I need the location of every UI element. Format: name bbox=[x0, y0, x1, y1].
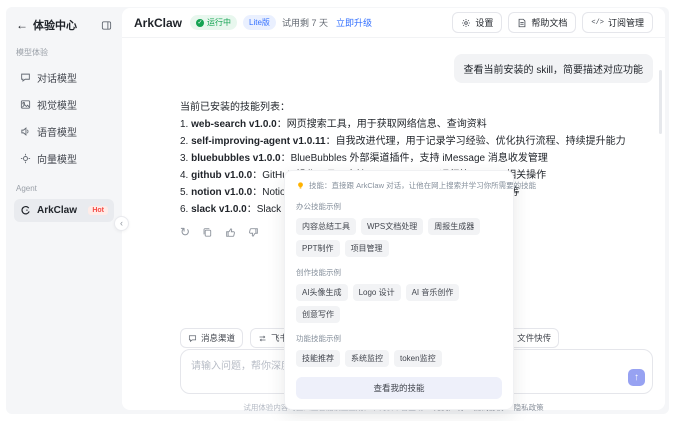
sidebar-item-arkclaw[interactable]: ArkClaw Hot bbox=[14, 199, 114, 222]
sidebar-item-vector-models[interactable]: 向量模型 bbox=[14, 145, 114, 172]
view-my-skills-button[interactable]: 查看我的技能 bbox=[296, 377, 502, 399]
thumbs-up-icon[interactable] bbox=[225, 227, 236, 238]
sidebar-item-label: ArkClaw bbox=[37, 205, 78, 216]
skill-item: 3. bluebubbles v1.0.0：BlueBubbles 外部渠道插件… bbox=[180, 153, 548, 164]
skill-chip[interactable]: token监控 bbox=[394, 350, 442, 367]
popup-section-title: 创作技能示例 bbox=[296, 268, 341, 277]
hot-badge: Hot bbox=[88, 206, 108, 215]
skills-suggestion-popup: 技能：直接跟 ArkClaw 对话，让他在网上搜索并学习你所需要的技能 办公技能… bbox=[284, 170, 536, 410]
trial-remaining-text: 试用剩 7 天 bbox=[281, 18, 328, 28]
chat-header: ArkClaw ✓ 运行中 Lite版 试用剩 7 天 立即升级 设置 帮助文档… bbox=[122, 8, 665, 38]
code-icon: </> bbox=[591, 18, 604, 27]
arkclaw-logo-icon bbox=[20, 205, 31, 216]
skills-list-title: 当前已安装的技能列表： bbox=[180, 102, 290, 113]
copy-icon[interactable] bbox=[202, 227, 213, 238]
sidebar-item-label: 语音模型 bbox=[37, 128, 77, 139]
sidebar-item-label: 视觉模型 bbox=[37, 101, 77, 112]
chat-panel: ‹ ArkClaw ✓ 运行中 Lite版 试用剩 7 天 立即升级 设置 帮助… bbox=[114, 8, 665, 412]
chat-bubble-icon bbox=[20, 72, 31, 83]
agent-title: ArkClaw bbox=[134, 15, 183, 30]
skill-chip[interactable]: 内容总结工具 bbox=[296, 218, 356, 235]
skill-chip[interactable]: AI头像生成 bbox=[296, 284, 348, 301]
lightbulb-icon bbox=[296, 181, 305, 190]
settings-button[interactable]: 设置 bbox=[452, 12, 503, 33]
gear-icon bbox=[461, 18, 471, 28]
sidebar-item-vision-models[interactable]: 视觉模型 bbox=[14, 91, 114, 118]
skill-item: 1. web-search v1.0.0：网页搜索工具，用于获取网络信息、查询资… bbox=[180, 119, 487, 130]
skill-chip[interactable]: 系统监控 bbox=[345, 350, 389, 367]
panel-collapse-chevron[interactable]: ‹ bbox=[114, 216, 129, 231]
regenerate-icon[interactable]: ↻ bbox=[180, 226, 190, 238]
skill-chip[interactable]: 技能推荐 bbox=[296, 350, 340, 367]
image-icon bbox=[20, 99, 31, 110]
sidebar-item-chat-models[interactable]: 对话模型 bbox=[14, 64, 114, 91]
popup-tip-text: 技能：直接跟 ArkClaw 对话，让他在网上搜索并学习你所需要的技能 bbox=[309, 181, 537, 190]
footer-link-privacy[interactable]: 隐私政策 bbox=[514, 403, 544, 412]
skill-chip[interactable]: WPS文档处理 bbox=[361, 218, 424, 235]
sidebar-item-label: 对话模型 bbox=[37, 74, 77, 85]
chat-bubble-icon bbox=[188, 334, 197, 343]
skill-chip[interactable]: PPT制作 bbox=[296, 240, 340, 257]
user-message-bubble: 查看当前安装的 skill，简要描述对应功能 bbox=[453, 54, 653, 83]
skill-chip[interactable]: 周报生成器 bbox=[428, 218, 481, 235]
section-label-agent: Agent bbox=[16, 184, 37, 193]
tool-message-channels[interactable]: 消息渠道 bbox=[180, 328, 244, 348]
creative-skill-chips: AI头像生成 Logo 设计 AI 音乐创作 创意写作 bbox=[296, 284, 502, 323]
upgrade-link[interactable]: 立即升级 bbox=[336, 16, 372, 29]
sidebar-item-voice-models[interactable]: 语音模型 bbox=[14, 118, 114, 145]
sidebar-title: 体验中心 bbox=[33, 20, 77, 32]
help-docs-button[interactable]: 帮助文档 bbox=[508, 12, 577, 33]
check-icon: ✓ bbox=[196, 18, 205, 27]
send-button[interactable]: ↑ bbox=[628, 369, 645, 386]
experience-center-app: ← 体验中心 模型体验 对话模型 视觉模型 语音模型 向量模型 Agent Ar… bbox=[6, 7, 669, 414]
vector-icon bbox=[20, 153, 31, 164]
section-label-models: 模型体验 bbox=[16, 48, 48, 57]
audio-icon bbox=[20, 126, 31, 137]
sidebar-item-label: 向量模型 bbox=[37, 155, 77, 166]
scrollbar[interactable] bbox=[659, 70, 662, 134]
thumbs-down-icon[interactable] bbox=[248, 227, 259, 238]
document-icon bbox=[517, 18, 527, 28]
skill-item: 2. self-improving-agent v1.0.11：自我改进代理，用… bbox=[180, 136, 626, 147]
status-badge: ✓ 运行中 bbox=[190, 15, 238, 30]
popup-section-title: 功能技能示例 bbox=[296, 334, 341, 343]
plan-badge: Lite版 bbox=[243, 15, 276, 30]
back-arrow-icon[interactable]: ← bbox=[16, 18, 28, 32]
popup-section-title: 办公技能示例 bbox=[296, 202, 341, 211]
skill-chip[interactable]: 项目管理 bbox=[344, 240, 389, 257]
skill-chip[interactable]: 创意写作 bbox=[296, 306, 340, 323]
collapse-sidebar-icon[interactable] bbox=[101, 20, 112, 31]
swap-arrows-icon bbox=[258, 334, 267, 343]
function-skill-chips: 技能推荐 系统监控 token监控 bbox=[296, 350, 502, 367]
skill-chip[interactable]: AI 音乐创作 bbox=[405, 284, 460, 301]
office-skill-chips: 内容总结工具 WPS文档处理 周报生成器 PPT制作 项目管理 bbox=[296, 218, 502, 257]
subscription-button[interactable]: </> 订阅管理 bbox=[582, 12, 653, 33]
sidebar: ← 体验中心 模型体验 对话模型 视觉模型 语音模型 向量模型 Agent Ar… bbox=[6, 7, 122, 414]
skill-chip[interactable]: Logo 设计 bbox=[352, 284, 401, 301]
sidebar-header[interactable]: ← 体验中心 bbox=[16, 17, 77, 33]
